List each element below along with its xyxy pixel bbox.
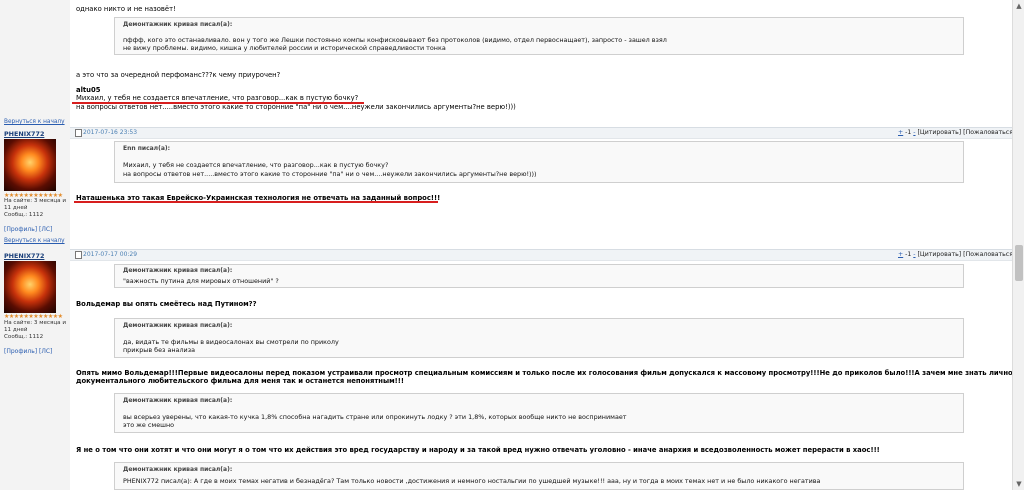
post-text: Я не о том что они хотят и что они могут… [76,446,880,454]
quote-box: Демонтажник кривая писал(а): PHENIX772 п… [114,462,964,490]
post-actions: + -1 - [Цитировать] [Пожаловаться] [898,129,1015,136]
quote-box: Enn писал(а): Михаил, у тебя не создаетс… [114,141,964,183]
rating-stars: ★★★★★★★★★★★★ [4,313,63,320]
complain-link[interactable]: [Пожаловаться] [963,129,1015,136]
quote-box: Демонтажник кривая писал(а): вы всерьез … [114,393,964,433]
pm-link[interactable]: [ЛС] [39,226,52,233]
avatar [4,261,56,313]
minus-vote-link[interactable]: - [913,251,915,258]
quote-link[interactable]: [Цитировать] [918,129,962,136]
member-since: На сайте: 3 месяца и [4,320,67,326]
quote-text: не вижу проблемы. видимо, кишка у любите… [123,44,446,52]
quote-text: прикрыв без анализа [123,346,196,354]
quote-text: на вопросы ответов нет.....вместо этого … [123,170,537,178]
scroll-up-icon[interactable]: ▲ [1013,0,1024,12]
member-since-days: 11 дней [4,327,28,333]
quote-link[interactable]: [Цитировать] [918,251,962,258]
vote-score: -1 [905,251,912,258]
username[interactable]: PHENIX772 [4,252,44,260]
profile-links: [Профиль] [ЛС] [4,226,52,233]
complain-link[interactable]: [Пожаловаться] [963,251,1015,258]
username[interactable]: PHENIX772 [4,130,44,138]
quote-title: Enn писал(а): [123,145,171,152]
avatar [4,139,56,191]
quote-box: Демонтажник кривая писал(а): "важность п… [114,264,964,288]
member-since: На сайте: 3 месяца и [4,198,67,204]
quote-text: вы всерьез уверены, что какая-то кучка 1… [123,413,627,421]
user-meta: На сайте: 3 месяца и 11 дней Сообщ.: 111… [4,320,66,341]
post-text: Вольдемар вы опять смеётесь над Путином?… [76,300,257,308]
user-meta: На сайте: 3 месяца и 11 дней Сообщ.: 111… [4,198,66,219]
plus-vote-link[interactable]: + [898,251,903,258]
post-header [70,127,1012,139]
post-header [70,249,1012,261]
quote-title: Демонтажник кривая писал(а): [123,466,233,473]
message-count: Сообщ.: 1112 [4,212,44,218]
profile-links: [Профиль] [ЛС] [4,348,52,355]
forum-page: однако никто и не назовёт! Демонтажник к… [0,0,1024,490]
back-to-top-link[interactable]: Вернуться к началу [4,119,65,125]
post-text: а это что за очередной перфоманс???к чем… [76,71,281,79]
vertical-scrollbar[interactable]: ▲ ▼ [1012,0,1024,490]
profile-link[interactable]: [Профиль] [4,348,37,355]
vote-score: -1 [905,129,912,136]
quote-box: Демонтажник кривая писал(а): да, видать … [114,318,964,358]
post-date: 2017-07-16 23:53 [83,129,138,136]
quote-text: Михаил, у тебя не создается впечатление,… [123,161,389,169]
quote-title: Демонтажник кривая писал(а): [123,397,233,404]
profile-link[interactable]: [Профиль] [4,226,37,233]
post-text: документального любительского фильма для… [76,377,404,385]
red-underline [74,201,438,203]
quote-title: Демонтажник кривая писал(а): [123,21,233,28]
scroll-thumb[interactable] [1015,245,1023,281]
message-count: Сообщ.: 1112 [4,334,44,340]
post-actions: + -1 - [Цитировать] [Пожаловаться] [898,251,1015,258]
quote-text: "важность путина для мировых отношений" … [123,277,279,285]
quote-text: это же смешно [123,421,175,429]
quote-text: PHENIX772 писал(а): А где в моих темах н… [123,477,821,485]
user-info-column [0,0,70,490]
post-icon[interactable] [75,251,82,259]
plus-vote-link[interactable]: + [898,129,903,136]
back-to-top-link[interactable]: Вернуться к началу [4,238,65,244]
quote-box: Демонтажник кривая писал(а): пффф, кого … [114,17,964,55]
minus-vote-link[interactable]: - [913,129,915,136]
post-date: 2017-07-17 00:29 [83,251,138,258]
scroll-down-icon[interactable]: ▼ [1013,478,1024,490]
quote-title: Демонтажник кривая писал(а): [123,267,233,274]
post-text: однако никто и не назовёт! [76,5,176,13]
post-icon[interactable] [75,129,82,137]
post-text: на вопросы ответов нет.....вместо этого … [76,103,516,111]
pm-link[interactable]: [ЛС] [39,348,52,355]
quote-title: Демонтажник кривая писал(а): [123,322,233,329]
member-since-days: 11 дней [4,205,28,211]
